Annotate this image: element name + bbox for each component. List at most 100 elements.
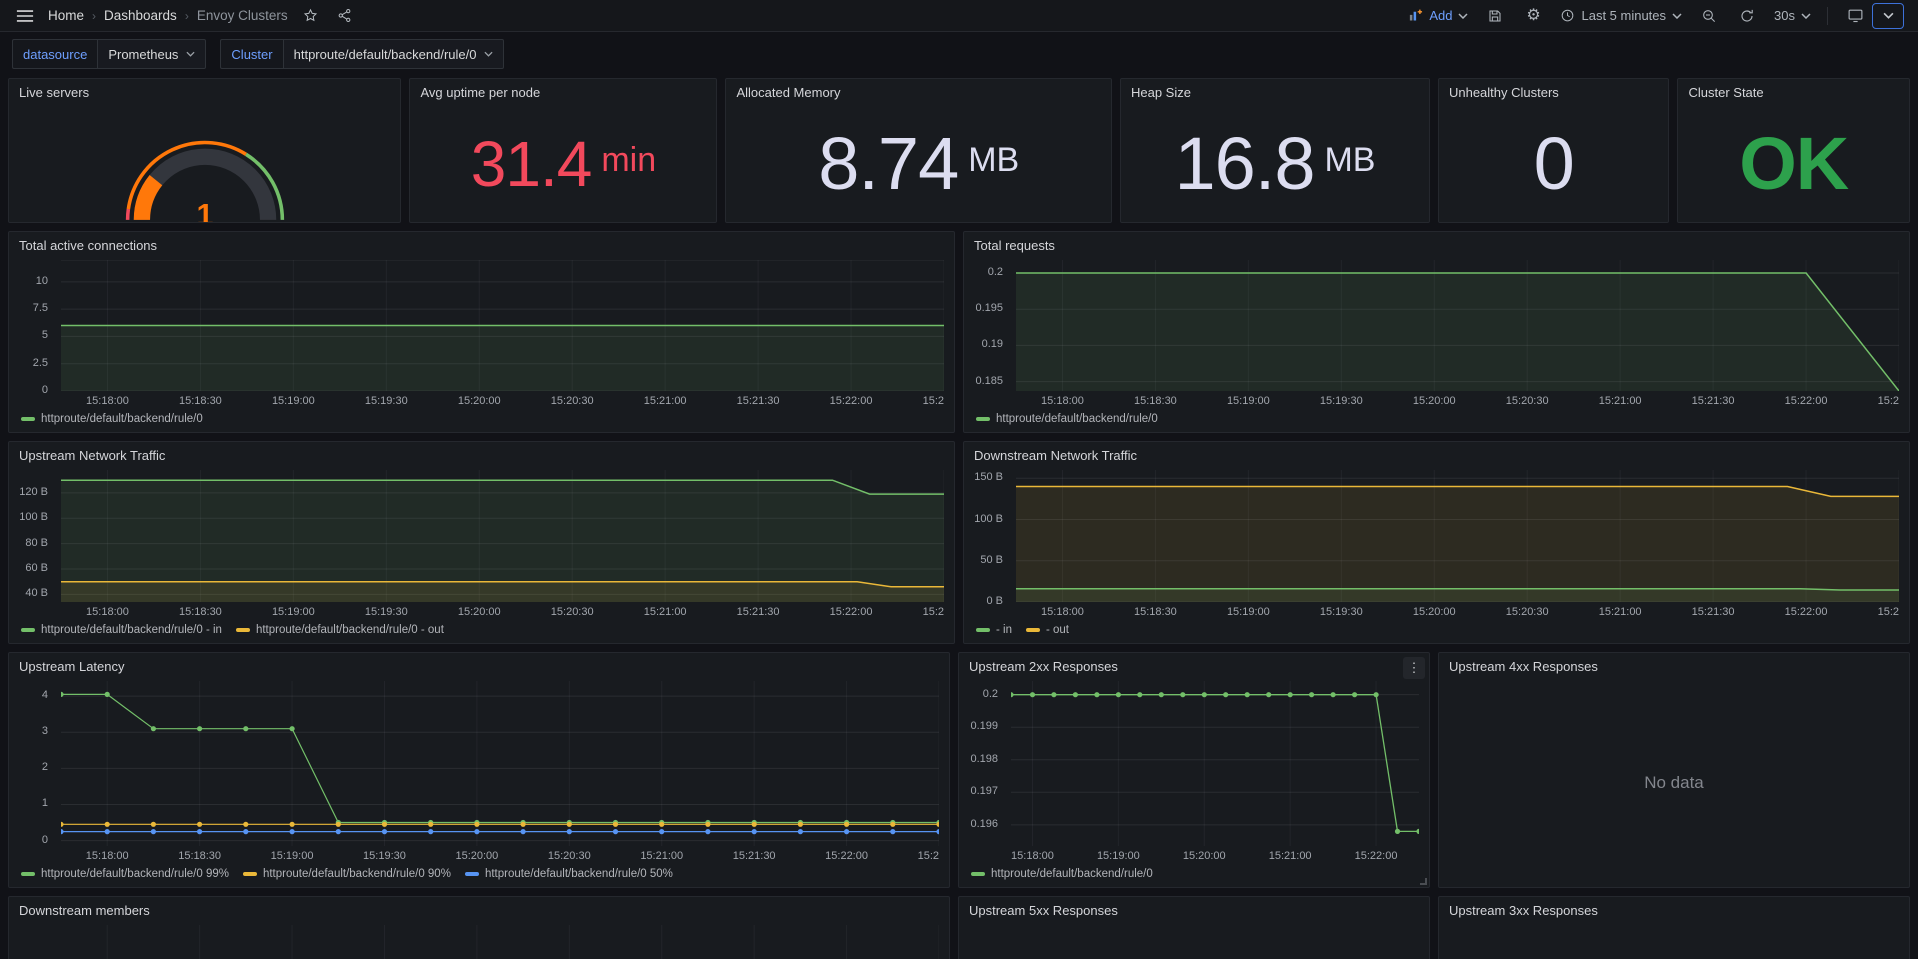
panel-title[interactable]: Heap Size [1121, 79, 1429, 105]
chart-plot-area[interactable] [1016, 260, 1899, 391]
legend-item[interactable]: - out [1026, 624, 1069, 636]
time-range-picker[interactable]: Last 5 minutes [1560, 8, 1682, 23]
legend-item[interactable]: httproute/default/backend/rule/0 50% [465, 868, 673, 880]
chart-plot-area[interactable] [61, 925, 939, 959]
variable-datasource[interactable]: datasource Prometheus [12, 39, 206, 69]
panel-title[interactable]: Upstream 5xx Responses [959, 897, 1429, 923]
variable-value-dropdown[interactable]: httproute/default/backend/rule/0 [283, 39, 505, 69]
x-tick-label: 15:19:30 [349, 850, 419, 862]
chart-plot-area[interactable] [61, 260, 944, 391]
refresh-icon[interactable] [1736, 5, 1758, 27]
y-tick-label: 0.199 [970, 720, 998, 732]
x-tick-label: 15:21:30 [1678, 606, 1748, 618]
refresh-interval-dropdown[interactable]: 30s [1774, 8, 1811, 23]
breadcrumb-dashboards[interactable]: Dashboards [104, 8, 177, 23]
x-tick-label: 15:19:30 [351, 395, 421, 407]
collapse-toolbar-button[interactable] [1872, 3, 1904, 29]
y-tick-label: 10 [36, 275, 48, 287]
chevron-down-icon [1883, 12, 1894, 19]
panel-title[interactable]: Avg uptime per node [410, 79, 716, 105]
legend-item[interactable]: httproute/default/backend/rule/0 [976, 413, 1158, 425]
x-tick-label: 15:20:30 [537, 606, 607, 618]
variable-label: datasource [12, 39, 97, 69]
y-tick-label: 120 B [19, 486, 48, 498]
x-tick-label: 15:19:00 [1213, 395, 1283, 407]
chart-legend: - in - out [964, 621, 1899, 639]
menu-icon[interactable] [14, 5, 36, 27]
x-tick-label: 15:18:30 [1120, 395, 1190, 407]
legend-item[interactable]: - in [976, 624, 1012, 636]
panel-menu-kebab-icon[interactable]: ⋮ [1403, 657, 1425, 679]
y-axis: 0 B50 B100 B150 B [964, 470, 1010, 602]
x-tick-label: 15:18:00 [72, 850, 142, 862]
y-tick-label: 0.196 [970, 818, 998, 830]
chart-plot-area[interactable] [1011, 681, 1419, 846]
share-icon[interactable] [334, 5, 356, 27]
top-nav: Home › Dashboards › Envoy Clusters Add [0, 0, 1918, 32]
add-panel-button[interactable]: Add [1408, 8, 1468, 23]
variable-cluster[interactable]: Cluster httproute/default/backend/rule/0 [220, 39, 504, 69]
y-axis: 01234 [9, 681, 55, 846]
panel-title[interactable]: Upstream 2xx Responses [959, 653, 1429, 679]
legend-item[interactable]: httproute/default/backend/rule/0 - in [21, 624, 222, 636]
legend-item[interactable]: httproute/default/backend/rule/0 90% [243, 868, 451, 880]
chart-plot-area[interactable] [61, 681, 939, 846]
stat-value: 31.4 [471, 132, 592, 196]
legend-item[interactable]: httproute/default/backend/rule/0 99% [21, 868, 229, 880]
y-tick-label: 5 [42, 329, 48, 341]
panel-downstream-members: Downstream members 2 [8, 896, 950, 959]
save-dashboard-icon[interactable] [1484, 5, 1506, 27]
x-tick-label: 15:20:00 [1169, 850, 1239, 862]
variable-value-dropdown[interactable]: Prometheus [97, 39, 206, 69]
chart-legend: httproute/default/backend/rule/0 [9, 410, 944, 428]
panel-title[interactable]: Downstream Network Traffic [964, 442, 1909, 468]
chevron-down-icon [484, 51, 493, 57]
settings-gear-icon[interactable]: ⚙ [1522, 5, 1544, 27]
stat-value: OK [1739, 127, 1848, 201]
kiosk-monitor-icon[interactable] [1844, 5, 1866, 27]
panel-title[interactable]: Cluster State [1678, 79, 1909, 105]
y-tick-label: 40 B [25, 587, 48, 599]
x-tick-label: 15:21:30 [723, 606, 793, 618]
chart-plot-area[interactable] [1016, 470, 1899, 602]
legend-item[interactable]: httproute/default/backend/rule/0 [21, 413, 203, 425]
x-tick-label: 15:21:00 [630, 395, 700, 407]
panel-upstream-network-traffic: Upstream Network Traffic 40 B60 B80 B100… [8, 441, 955, 644]
panel-title[interactable]: Allocated Memory [726, 79, 1111, 105]
y-tick-label: 0.198 [970, 753, 998, 765]
y-tick-label: 2.5 [33, 357, 48, 369]
panel-title[interactable]: Total requests [964, 232, 1909, 258]
panel-title[interactable]: Upstream 3xx Responses [1439, 897, 1909, 923]
panel-total-requests: Total requests 0.1850.190.1950.2 15:18:0… [963, 231, 1910, 433]
add-panel-icon [1408, 8, 1423, 23]
panel-title[interactable]: Downstream members [9, 897, 949, 923]
panel-resize-handle[interactable] [1420, 878, 1427, 885]
panel-title[interactable]: Total active connections [9, 232, 954, 258]
y-tick-label: 0.185 [975, 375, 1003, 387]
stat-unit: MB [968, 143, 1019, 177]
y-axis: 0.1850.190.1950.2 [964, 260, 1010, 391]
breadcrumb-separator: › [92, 9, 96, 23]
zoom-out-icon[interactable] [1698, 5, 1720, 27]
legend-series-dash [976, 417, 990, 421]
x-tick-label: 15:21:00 [1255, 850, 1325, 862]
x-tick-label: 15:20:00 [442, 850, 512, 862]
favorite-star-icon[interactable] [300, 5, 322, 27]
y-axis: 2 [9, 925, 55, 959]
breadcrumb-home[interactable]: Home [48, 8, 84, 23]
panel-title[interactable]: Upstream 4xx Responses [1439, 653, 1909, 679]
panel-title[interactable]: Upstream Network Traffic [9, 442, 954, 468]
panel-title[interactable]: Live servers [9, 79, 400, 105]
panel-title[interactable]: Unhealthy Clusters [1439, 79, 1669, 105]
x-tick-label: 15:19:00 [257, 850, 327, 862]
x-tick-label: 15:22:30 [904, 850, 939, 862]
x-tick-label: 15:21:00 [1585, 606, 1655, 618]
x-tick-label: 15:18:00 [1027, 395, 1097, 407]
y-tick-label: 100 B [19, 511, 48, 523]
panel-title[interactable]: Upstream Latency [9, 653, 949, 679]
legend-item[interactable]: httproute/default/backend/rule/0 [971, 868, 1153, 880]
x-axis: 15:18:0015:18:3015:19:0015:19:3015:20:00… [964, 393, 1899, 410]
legend-item[interactable]: httproute/default/backend/rule/0 - out [236, 624, 444, 636]
chart-plot-area[interactable] [61, 470, 944, 602]
y-axis: 02.557.510 [9, 260, 55, 391]
